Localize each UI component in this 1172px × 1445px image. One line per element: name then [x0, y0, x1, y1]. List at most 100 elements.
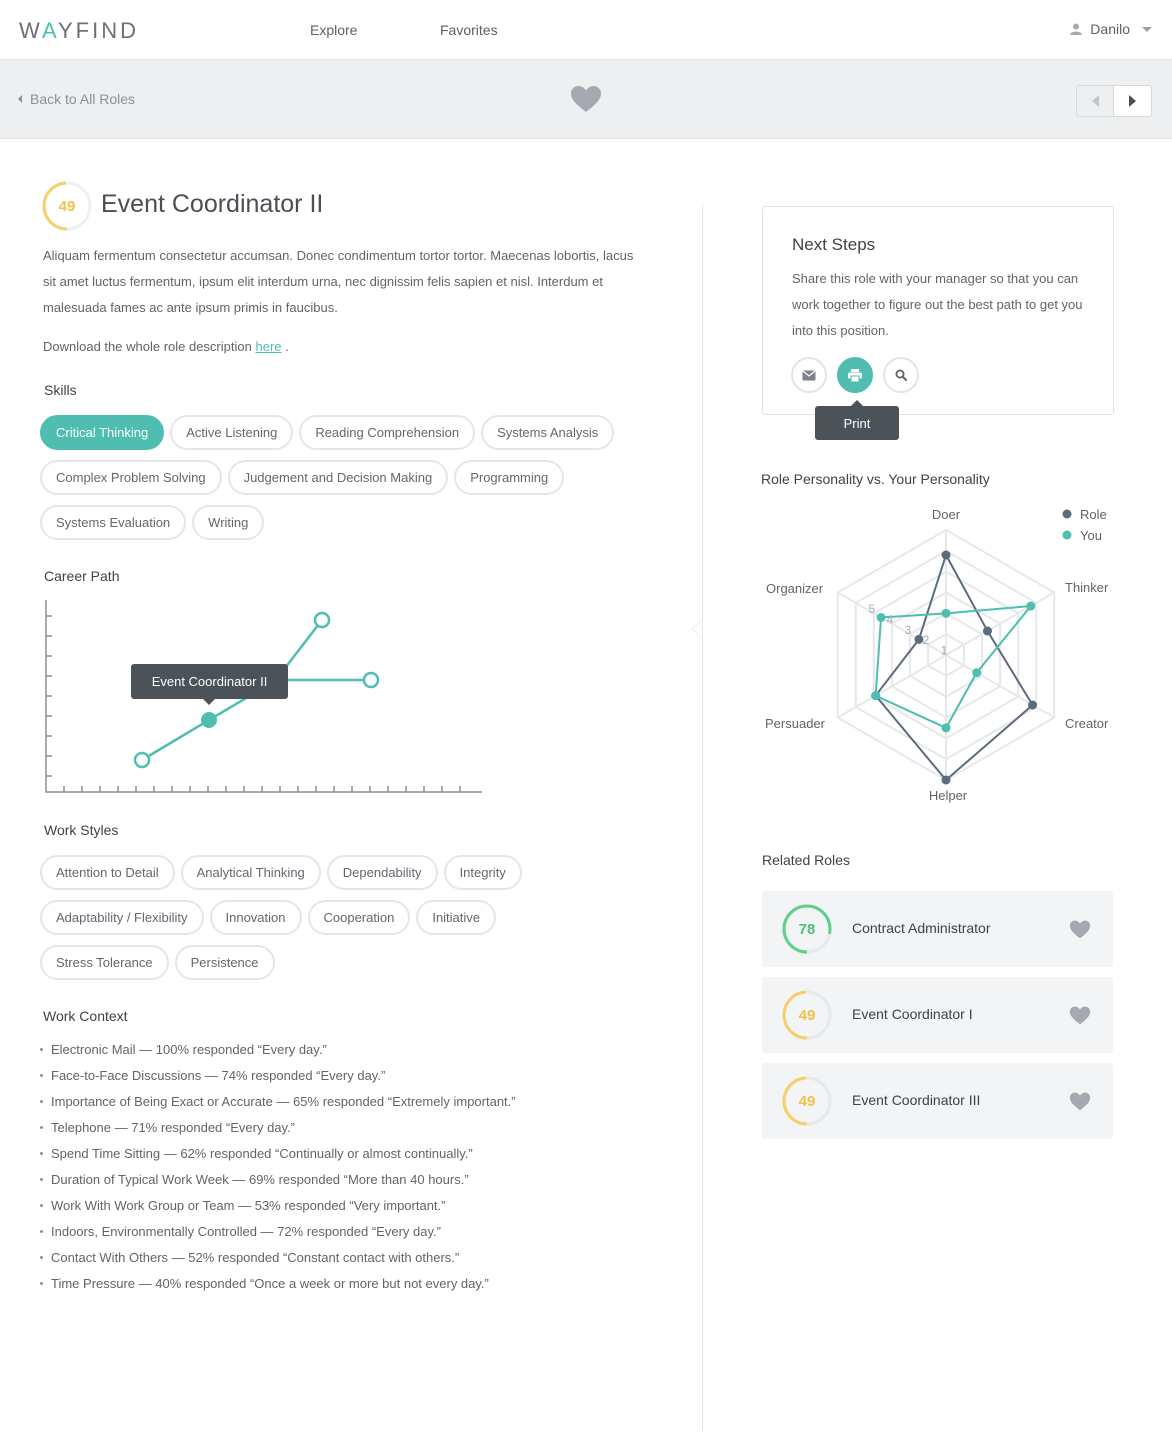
work-style-tag[interactable]: Analytical Thinking: [180, 855, 321, 890]
favorite-heart-icon[interactable]: [1069, 1092, 1091, 1111]
career-link-1: [141, 718, 210, 762]
tooltip-arrow: [203, 699, 215, 705]
related-score: 78: [798, 920, 816, 938]
list-item: Time Pressure — 40% responded “Once a we…: [40, 1270, 516, 1296]
work-style-tag[interactable]: Dependability: [326, 855, 438, 890]
skill-tag[interactable]: Complex Problem Solving: [40, 460, 222, 495]
skill-tag[interactable]: Writing: [192, 505, 265, 540]
prev-role-button[interactable]: [1077, 86, 1114, 116]
download-text: Download the whole role description: [43, 339, 252, 354]
work-context-text: Indoors, Environmentally Controlled — 72…: [51, 1223, 441, 1239]
career-node-past[interactable]: [133, 751, 151, 769]
work-context-text: Work With Work Group or Team — 53% respo…: [51, 1197, 446, 1213]
logo[interactable]: WAYFIND: [19, 18, 139, 44]
radar-point-you[interactable]: [941, 723, 951, 733]
related-role-card[interactable]: 49 Event Coordinator I: [762, 977, 1113, 1053]
favorite-heart-icon[interactable]: [1069, 1006, 1091, 1025]
work-style-tag[interactable]: Stress Tolerance: [40, 945, 169, 980]
work-context-list: Electronic Mail — 100% responded “Every …: [40, 1036, 516, 1296]
skill-tag[interactable]: Systems Evaluation: [40, 505, 187, 540]
nav-explore[interactable]: Explore: [310, 22, 357, 38]
print-tooltip: Print: [815, 400, 899, 440]
next-steps-body: Share this role with your manager so tha…: [792, 271, 1083, 338]
career-node-next-a[interactable]: [313, 611, 331, 629]
list-item: Indoors, Environmentally Controlled — 72…: [40, 1218, 516, 1244]
career-node-next-b[interactable]: [362, 671, 380, 689]
related-role-name: Event Coordinator III: [852, 1092, 981, 1108]
career-node-current[interactable]: [201, 712, 217, 728]
work-context-text: Face-to-Face Discussions — 74% responded…: [51, 1067, 386, 1083]
download-line: Download the whole role description here…: [43, 339, 289, 354]
bullet: [40, 1203, 43, 1207]
work-style-tag[interactable]: Persistence: [174, 945, 275, 980]
radar-point-role[interactable]: [941, 775, 951, 785]
radar-tick-label: 3: [905, 623, 912, 637]
radar-point-you[interactable]: [871, 691, 881, 701]
legend-role-swatch: [1062, 509, 1072, 519]
download-link[interactable]: here: [255, 339, 281, 354]
skill-tag[interactable]: Critical Thinking: [40, 415, 165, 450]
list-item: Duration of Typical Work Week — 69% resp…: [40, 1166, 516, 1192]
skill-tag[interactable]: Systems Analysis: [481, 415, 615, 450]
work-style-tag[interactable]: Attention to Detail: [40, 855, 175, 890]
career-tooltip: Event Coordinator II: [131, 664, 288, 705]
radar-axis-label: Thinker: [1065, 580, 1109, 595]
radar-point-you[interactable]: [941, 608, 951, 618]
radar-point-role[interactable]: [1028, 700, 1038, 710]
related-role-card[interactable]: 49 Event Coordinator III: [762, 1063, 1113, 1139]
radar-point-you[interactable]: [1026, 601, 1036, 611]
radar-point-you[interactable]: [972, 668, 982, 678]
favorite-heart-icon[interactable]: [570, 85, 602, 113]
bullet: [40, 1281, 43, 1285]
list-item: Spend Time Sitting — 62% responded “Cont…: [40, 1140, 516, 1166]
skill-tag[interactable]: Reading Comprehension: [299, 415, 476, 450]
work-context-text: Spend Time Sitting — 62% responded “Cont…: [51, 1145, 473, 1161]
work-context-heading: Work Context: [43, 1008, 128, 1024]
work-styles-heading: Work Styles: [44, 822, 119, 838]
mail-icon: [802, 370, 816, 380]
chevron-down-icon: [1142, 26, 1152, 32]
print-button[interactable]: [837, 357, 873, 393]
work-style-tag[interactable]: Integrity: [443, 855, 522, 890]
radar-tick-label: 5: [868, 602, 875, 616]
print-tooltip-label: Print: [843, 415, 871, 431]
radar-point-role[interactable]: [982, 626, 992, 636]
favorite-heart-icon[interactable]: [1069, 920, 1091, 939]
next-role-button[interactable]: [1114, 86, 1151, 116]
bullet: [40, 1151, 43, 1155]
work-style-tag[interactable]: Initiative: [416, 900, 497, 935]
related-role-card[interactable]: 78 Contract Administrator: [762, 891, 1113, 967]
next-steps-card: Next Steps Share this role with your man…: [762, 206, 1114, 415]
column-divider: [702, 205, 703, 1430]
related-score: 49: [798, 1092, 816, 1110]
nav-favorites[interactable]: Favorites: [440, 22, 498, 38]
work-style-tag[interactable]: Innovation: [209, 900, 302, 935]
back-label: Back to All Roles: [30, 91, 136, 107]
list-item: Contact With Others — 52% responded “Con…: [40, 1244, 516, 1270]
work-style-tag[interactable]: Cooperation: [307, 900, 411, 935]
back-to-roles-link[interactable]: Back to All Roles: [18, 91, 135, 107]
list-item: Work With Work Group or Team — 53% respo…: [40, 1192, 516, 1218]
related-score-ring: 49: [782, 990, 832, 1040]
bullet: [40, 1099, 43, 1103]
user-name: Danilo: [1090, 21, 1130, 37]
chevron-left-icon: [18, 95, 22, 103]
user-menu[interactable]: Danilo: [1070, 21, 1152, 37]
skill-tag[interactable]: Judgement and Decision Making: [227, 460, 449, 495]
email-button[interactable]: [791, 357, 827, 393]
radar-tick-label: 4: [886, 612, 893, 626]
work-context-text: Duration of Typical Work Week — 69% resp…: [51, 1171, 469, 1187]
skill-tag[interactable]: Active Listening: [170, 415, 294, 450]
radar-point-you[interactable]: [876, 613, 886, 622]
work-styles-tag-list: Attention to Detail Analytical Thinking De…: [40, 855, 580, 980]
search-button[interactable]: [883, 357, 919, 393]
career-x-ticks: [63, 786, 461, 792]
related-score: 49: [798, 1006, 816, 1024]
work-style-tag[interactable]: Adaptability / Flexibility: [40, 900, 204, 935]
bullet: [40, 1073, 43, 1077]
chevron-left-icon: [1091, 95, 1099, 107]
radar-point-role[interactable]: [941, 550, 951, 560]
related-roles-heading: Related Roles: [762, 852, 850, 868]
skill-tag[interactable]: Programming: [454, 460, 565, 495]
radar-tick-label: 2: [923, 633, 930, 647]
